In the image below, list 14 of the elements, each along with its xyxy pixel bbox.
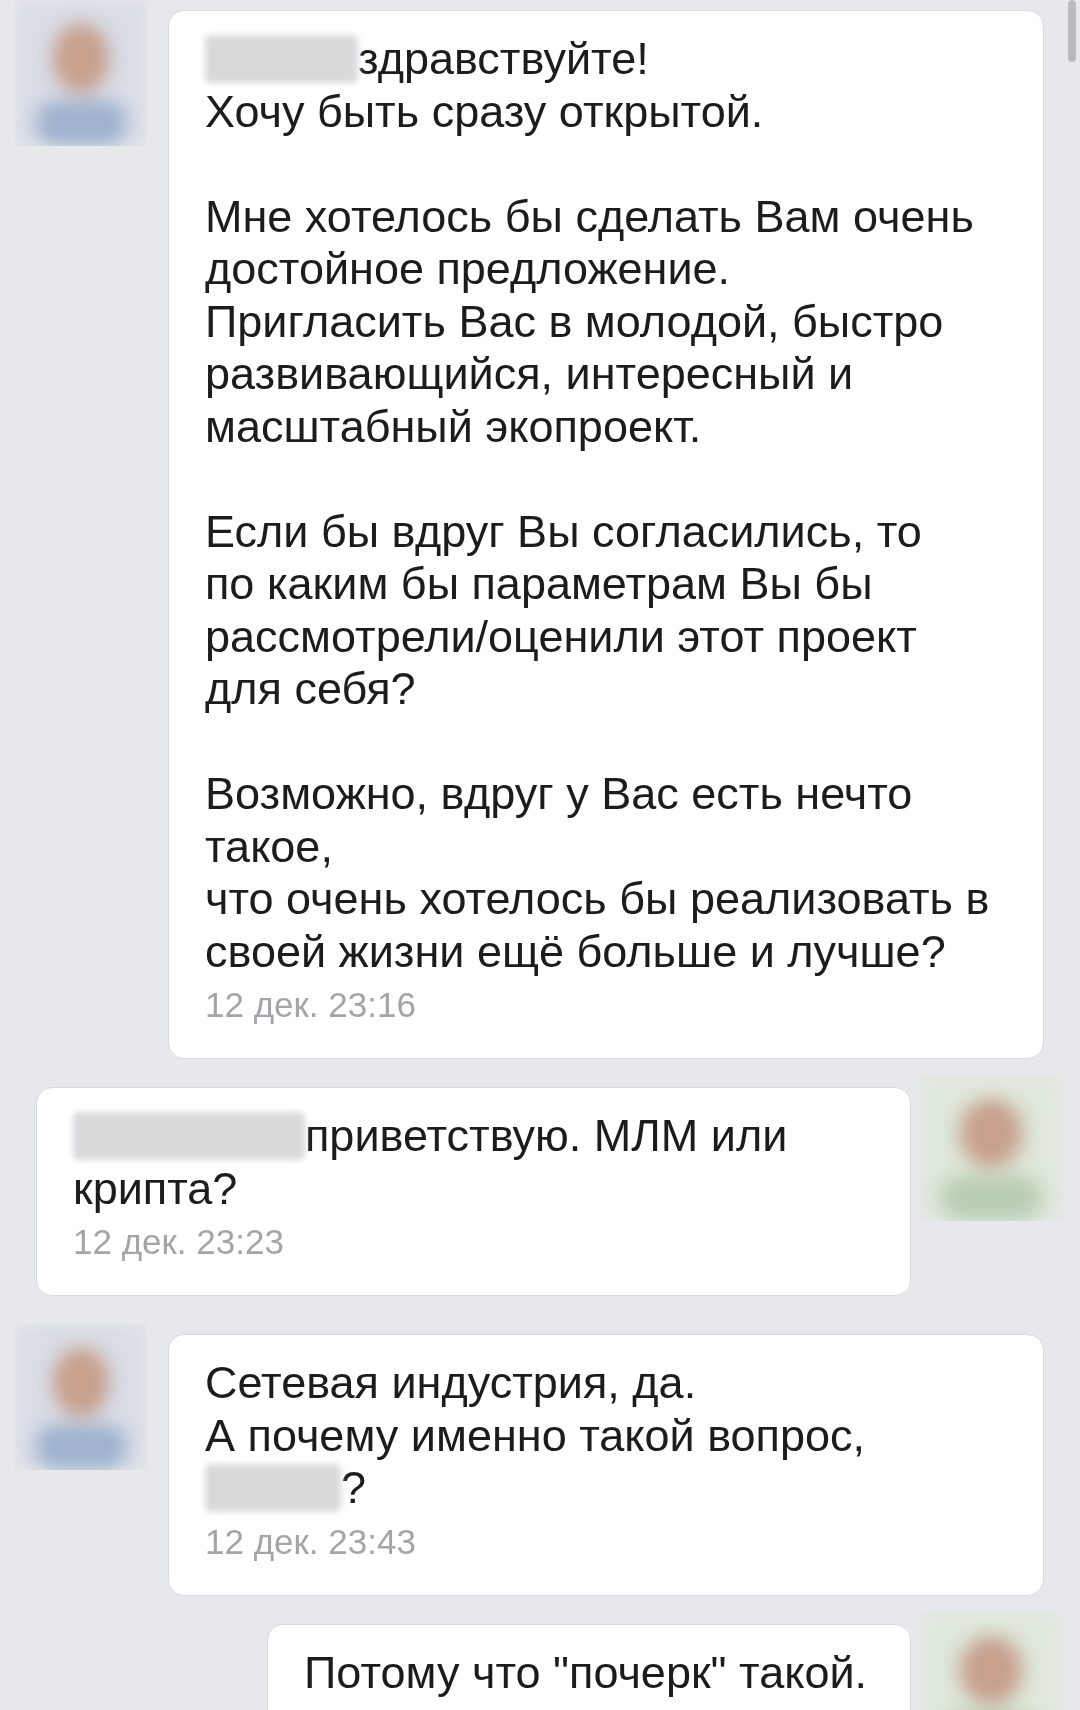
message-time: 12 дек. 23:16 <box>205 984 416 1026</box>
message-text: ? <box>341 1462 367 1513</box>
message-text: крипта? <box>73 1162 238 1214</box>
message-text: Сетевая индустрия, да. А почему именно такой вопрос, <box>205 1357 865 1461</box>
message-text: здравствуйте! <box>358 33 649 84</box>
scrollbar[interactable] <box>1068 0 1076 62</box>
message-time: 12 дек. 23:23 <box>73 1221 284 1263</box>
avatar[interactable] <box>918 1075 1064 1221</box>
avatar[interactable] <box>15 1324 147 1470</box>
message-text: Потому что "почерк" такой. <box>304 1646 868 1698</box>
avatar[interactable] <box>15 0 147 146</box>
message-text: приветствую. МЛМ или <box>305 1110 788 1161</box>
message-text: Хочу быть сразу открытой. Мне хотелось бы сделать Вам очень достойное предложение. Пригласить Вас в молодой, быстро развивающийся, интересный и масштабный экопроект. Если бы вдруг Вы согласились, то по каким бы параметрам Вы бы рассмотрели/оценили этот проект для себя? Возможно, вдруг у Вас есть нечто такое, что очень хотелось бы реализовать в своей жизни ещё больше и лучше? <box>205 85 990 977</box>
message-time: 12 дек. 23:43 <box>205 1520 416 1563</box>
